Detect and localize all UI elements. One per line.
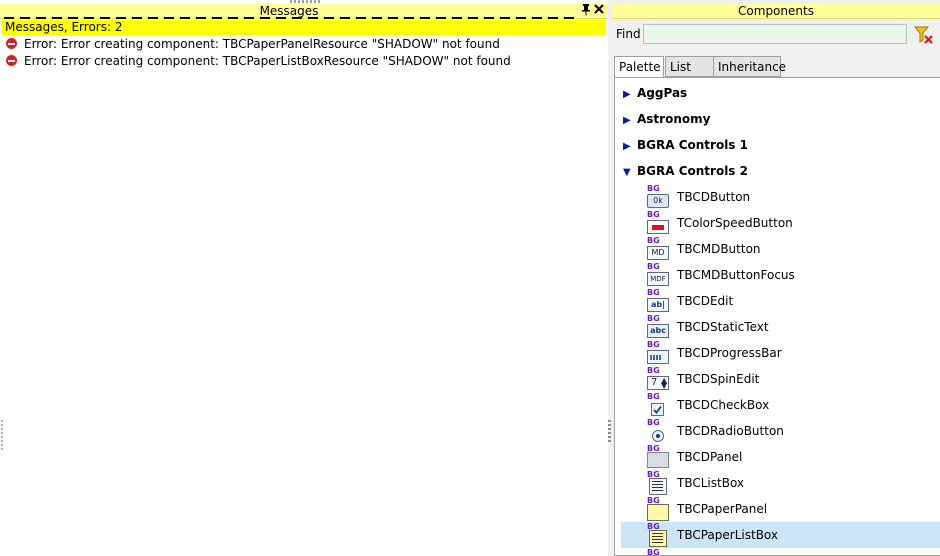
component-item-tbcdbutton[interactable]: BG 0k TBCDButton [621, 184, 940, 210]
listbox-icon: BG [647, 470, 671, 496]
component-item-tbcdradiobutton[interactable]: BG TBCDRadioButton [621, 418, 940, 444]
expand-icon[interactable]: ▶ [623, 85, 637, 105]
palette-tree[interactable]: ▶ AggPas ▶ Astronomy ▶ BGRA Controls 1 ▼ BGR… [614, 77, 940, 556]
component-item-tbcdprogressbar[interactable]: BG TBCDProgressBar [621, 340, 940, 366]
component-item-tbcpaperpanel[interactable]: BG TBCPaperPanel [621, 496, 940, 522]
edit-icon: BG ab| [647, 288, 671, 314]
component-item-tbcmdbutton[interactable]: BG MD TBCMDButton [621, 236, 940, 262]
pin-icon[interactable] [580, 4, 592, 18]
left-edge-grip[interactable] [1, 420, 3, 450]
ok-button-icon: BG 0k [647, 184, 671, 210]
component-item-tbcdstatictext[interactable]: BG abc TBCDStaticText [621, 314, 940, 340]
component-item-tcolorspeedbutton[interactable]: BG TColorSpeedButton [621, 210, 940, 236]
messages-header: Messages [0, 4, 608, 19]
find-input[interactable] [643, 24, 907, 44]
category-aggpas[interactable]: ▶ AggPas [623, 83, 687, 103]
md-button-icon: BG MD [647, 236, 671, 262]
error-icon [6, 38, 17, 49]
category-bgra-controls-2[interactable]: ▼ BGRA Controls 2 [623, 161, 748, 181]
checkbox-icon: BG [647, 392, 671, 418]
component-item-tbcdedit[interactable]: BG ab| TBCDEdit [621, 288, 940, 314]
tab-palette[interactable]: Palette [614, 56, 664, 78]
panel-grip[interactable] [290, 0, 320, 3]
component-item-partial[interactable]: BG [621, 548, 940, 556]
component-item-tbcmdbuttonfocus[interactable]: BG MDF TBCMDButtonFocus [621, 262, 940, 288]
messages-title: Messages [259, 4, 319, 18]
radio-button-icon: BG [647, 418, 671, 444]
color-button-icon: BG [647, 210, 671, 236]
component-item-tbcdcheckbox[interactable]: BG TBCDCheckBox [621, 392, 940, 418]
message-text: Error: Error creating component: TBCPape… [24, 37, 500, 51]
component-item-tbcpaperlistbox[interactable]: BG TBCPaperListBox [621, 522, 940, 548]
category-bgra-controls-1[interactable]: ▶ BGRA Controls 1 [623, 135, 748, 155]
panel-icon: BG [647, 444, 671, 470]
error-icon [6, 55, 17, 66]
paper-panel-icon: BG [647, 496, 671, 522]
components-header: Components [612, 4, 940, 19]
dock-drag-bar[interactable] [4, 17, 576, 19]
clear-filter-icon[interactable] [913, 25, 934, 45]
find-label: Find [616, 27, 641, 41]
static-text-icon: BG abc [647, 314, 671, 340]
messages-summary[interactable]: Messages, Errors: 2 [2, 20, 606, 35]
paper-listbox-icon: BG [647, 522, 671, 548]
tab-list[interactable]: List [665, 56, 714, 77]
tab-bar: Palette List Inheritance [614, 56, 940, 78]
message-row[interactable]: Error: Error creating component: TBCPape… [6, 53, 511, 69]
progress-bar-icon: BG [647, 340, 671, 366]
component-item-tbclistbox[interactable]: BG TBCListBox [621, 470, 940, 496]
component-item-tbcdpanel[interactable]: BG TBCDPanel [621, 444, 940, 470]
collapse-icon[interactable]: ▼ [623, 163, 637, 183]
spin-edit-icon: BG 7 ▲ ▼ [647, 366, 669, 390]
close-icon[interactable] [593, 4, 605, 18]
expand-icon[interactable]: ▶ [623, 137, 637, 157]
expand-icon[interactable]: ▶ [623, 111, 637, 131]
messages-panel [0, 0, 608, 556]
component-item-tbcdspinedit[interactable]: BG 7 ▲ ▼ TBCDSpinEdit [621, 366, 940, 392]
component-icon: BG [647, 548, 660, 556]
message-row[interactable]: Error: Error creating component: TBCPape… [6, 36, 500, 52]
tab-inheritance[interactable]: Inheritance [713, 56, 786, 77]
message-text: Error: Error creating component: TBCPape… [24, 54, 511, 68]
mdf-button-icon: BG MDF [647, 262, 671, 288]
category-astronomy[interactable]: ▶ Astronomy [623, 109, 710, 129]
